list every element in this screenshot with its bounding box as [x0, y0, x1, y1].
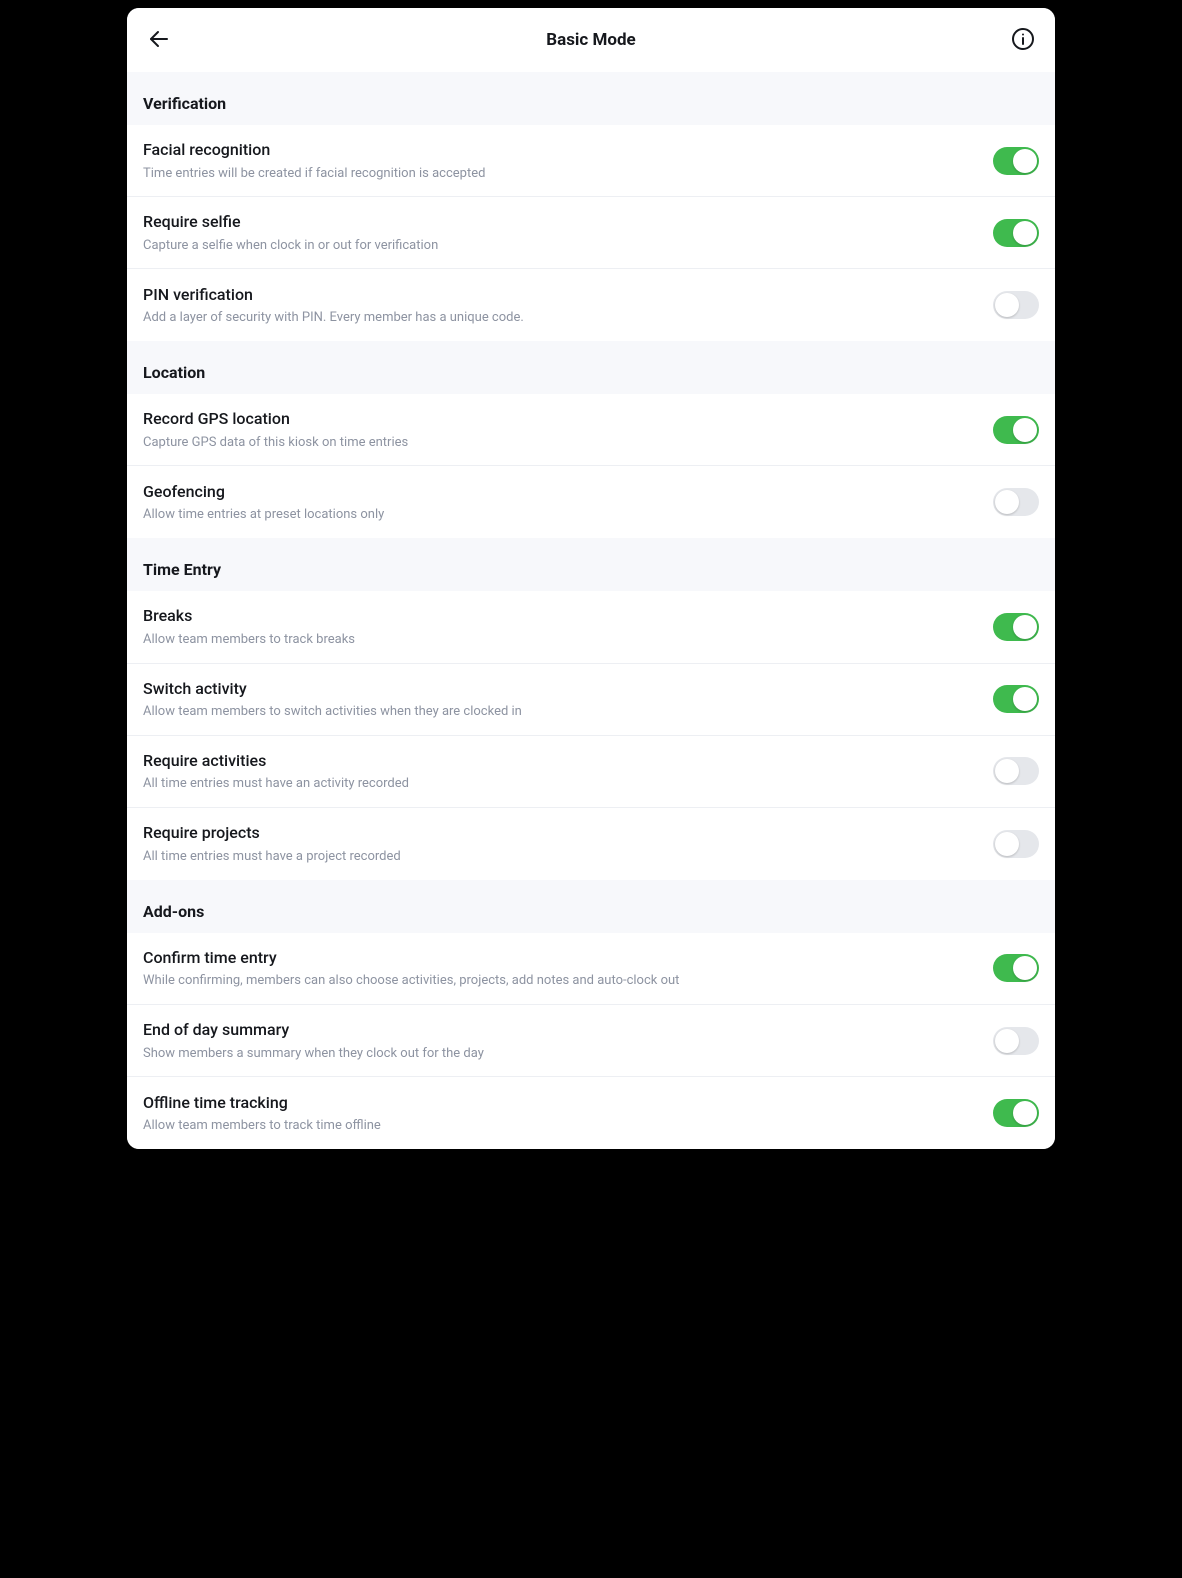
setting-title: Record GPS location — [143, 408, 973, 430]
setting-subtitle: Allow team members to switch activities … — [143, 703, 973, 721]
setting-title: Breaks — [143, 605, 973, 627]
toggle-knob — [995, 759, 1019, 783]
setting-title: Offline time tracking — [143, 1092, 973, 1114]
header: Basic Mode — [127, 8, 1055, 72]
setting-text: Require selfie Capture a selfie when cloc… — [143, 211, 993, 254]
setting-row-breaks: Breaks Allow team members to track breaks — [127, 591, 1055, 663]
toggle-knob — [1013, 615, 1037, 639]
toggle-geofencing[interactable] — [993, 488, 1039, 516]
info-button[interactable] — [1005, 22, 1041, 58]
setting-subtitle: Show members a summary when they clock o… — [143, 1045, 973, 1063]
section-group: Facial recognition Time entries will be c… — [127, 125, 1055, 341]
toggle-knob — [1013, 149, 1037, 173]
setting-subtitle: All time entries must have an activity r… — [143, 775, 973, 793]
toggle-breaks[interactable] — [993, 613, 1039, 641]
setting-subtitle: Allow team members to track time offline — [143, 1117, 973, 1135]
toggle-facial-recognition[interactable] — [993, 147, 1039, 175]
setting-text: Switch activity Allow team members to swi… — [143, 678, 993, 721]
arrow-left-icon — [147, 27, 171, 54]
setting-title: Require activities — [143, 750, 973, 772]
setting-row-offline-time-tracking: Offline time tracking Allow team members … — [127, 1077, 1055, 1149]
setting-subtitle: Capture GPS data of this kiosk on time e… — [143, 434, 973, 452]
setting-subtitle: Add a layer of security with PIN. Every … — [143, 309, 973, 327]
section-group: Confirm time entry While confirming, memb… — [127, 933, 1055, 1149]
setting-subtitle: Capture a selfie when clock in or out fo… — [143, 237, 973, 255]
toggle-knob — [1013, 956, 1037, 980]
setting-row-require-activities: Require activities All time entries must … — [127, 736, 1055, 808]
setting-row-require-selfie: Require selfie Capture a selfie when cloc… — [127, 197, 1055, 269]
toggle-offline-time-tracking[interactable] — [993, 1099, 1039, 1127]
setting-text: Geofencing Allow time entries at preset l… — [143, 481, 993, 524]
toggle-knob — [1013, 221, 1037, 245]
toggle-require-activities[interactable] — [993, 757, 1039, 785]
setting-subtitle: All time entries must have a project rec… — [143, 848, 973, 866]
setting-subtitle: Allow time entries at preset locations o… — [143, 506, 973, 524]
toggle-require-projects[interactable] — [993, 830, 1039, 858]
toggle-knob — [995, 490, 1019, 514]
toggle-knob — [1013, 418, 1037, 442]
toggle-knob — [995, 293, 1019, 317]
setting-subtitle: Time entries will be created if facial r… — [143, 165, 973, 183]
setting-text: Confirm time entry While confirming, memb… — [143, 947, 993, 990]
setting-row-facial-recognition: Facial recognition Time entries will be c… — [127, 125, 1055, 197]
setting-text: Require activities All time entries must … — [143, 750, 993, 793]
section-group: Breaks Allow team members to track breaks… — [127, 591, 1055, 879]
section-header: Time Entry — [127, 538, 1055, 591]
setting-text: Record GPS location Capture GPS data of t… — [143, 408, 993, 451]
toggle-switch-activity[interactable] — [993, 685, 1039, 713]
section-header: Verification — [127, 72, 1055, 125]
setting-row-record-gps-location: Record GPS location Capture GPS data of t… — [127, 394, 1055, 466]
toggle-record-gps-location[interactable] — [993, 416, 1039, 444]
section-header: Add-ons — [127, 880, 1055, 933]
setting-title: Facial recognition — [143, 139, 973, 161]
toggle-knob — [995, 1029, 1019, 1053]
setting-text: PIN verification Add a layer of security … — [143, 284, 993, 327]
setting-row-require-projects: Require projects All time entries must ha… — [127, 808, 1055, 880]
setting-text: Require projects All time entries must ha… — [143, 822, 993, 865]
section-group: Record GPS location Capture GPS data of t… — [127, 394, 1055, 538]
setting-row-confirm-time-entry: Confirm time entry While confirming, memb… — [127, 933, 1055, 1005]
setting-title: Geofencing — [143, 481, 973, 503]
toggle-end-of-day-summary[interactable] — [993, 1027, 1039, 1055]
setting-title: End of day summary — [143, 1019, 973, 1041]
setting-subtitle: Allow team members to track breaks — [143, 631, 973, 649]
setting-title: Require projects — [143, 822, 973, 844]
toggle-pin-verification[interactable] — [993, 291, 1039, 319]
setting-subtitle: While confirming, members can also choos… — [143, 972, 973, 990]
setting-text: End of day summary Show members a summary… — [143, 1019, 993, 1062]
setting-title: Switch activity — [143, 678, 973, 700]
toggle-knob — [1013, 1101, 1037, 1125]
setting-row-pin-verification: PIN verification Add a layer of security … — [127, 269, 1055, 341]
setting-text: Offline time tracking Allow team members … — [143, 1092, 993, 1135]
toggle-knob — [995, 832, 1019, 856]
setting-row-end-of-day-summary: End of day summary Show members a summary… — [127, 1005, 1055, 1077]
setting-text: Facial recognition Time entries will be c… — [143, 139, 993, 182]
section-header: Location — [127, 341, 1055, 394]
setting-title: Confirm time entry — [143, 947, 973, 969]
setting-row-geofencing: Geofencing Allow time entries at preset l… — [127, 466, 1055, 538]
page-title: Basic Mode — [177, 30, 1005, 50]
back-button[interactable] — [141, 22, 177, 58]
info-icon — [1011, 27, 1035, 54]
setting-title: Require selfie — [143, 211, 973, 233]
setting-text: Breaks Allow team members to track breaks — [143, 605, 993, 648]
toggle-knob — [1013, 687, 1037, 711]
toggle-require-selfie[interactable] — [993, 219, 1039, 247]
setting-row-switch-activity: Switch activity Allow team members to swi… — [127, 664, 1055, 736]
toggle-confirm-time-entry[interactable] — [993, 954, 1039, 982]
setting-title: PIN verification — [143, 284, 973, 306]
